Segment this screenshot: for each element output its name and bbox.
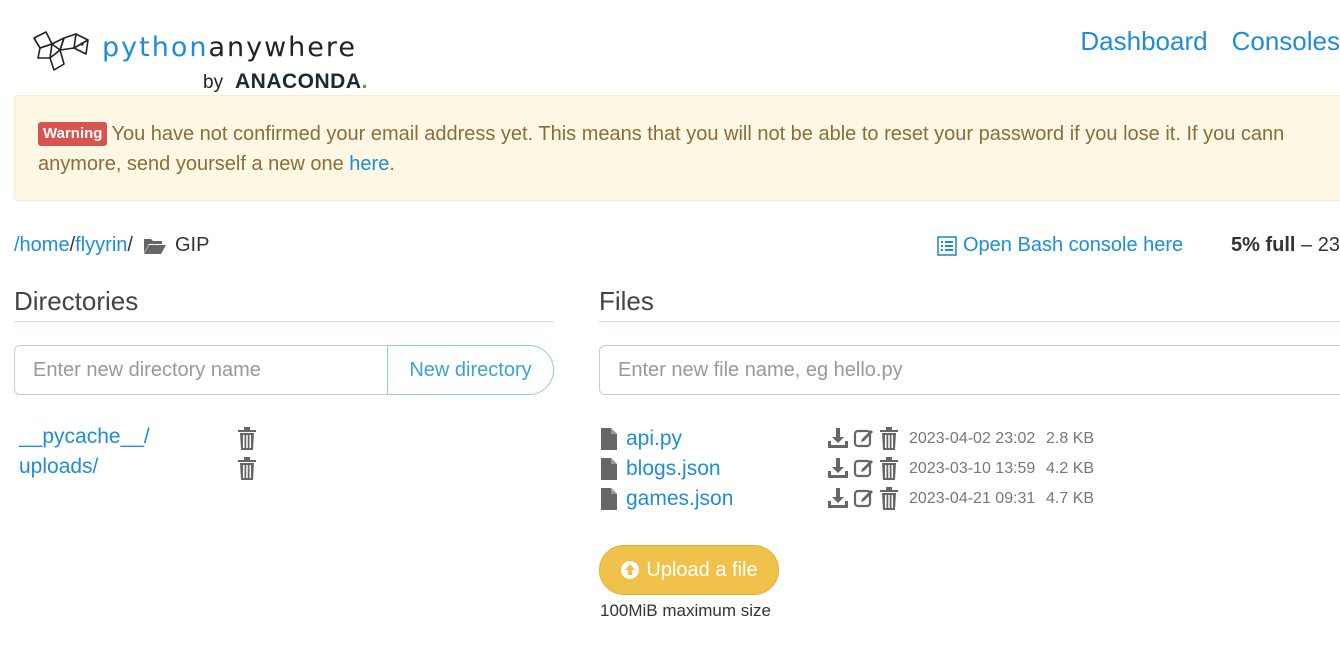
download-icon[interactable] — [827, 427, 849, 451]
list-item: __pycache__/ — [19, 425, 264, 455]
file-icon — [600, 428, 618, 450]
trash-icon[interactable] — [879, 427, 899, 451]
directory-link[interactable]: __pycache__/ — [19, 425, 150, 448]
file-link[interactable]: api.py — [626, 427, 682, 451]
warning-badge: Warning — [38, 122, 108, 146]
upload-size-note: 100MiB maximum size — [600, 601, 771, 620]
list-item: games.json 2023-04-21 09:31 4.7 KB — [600, 485, 1120, 515]
trash-icon[interactable] — [237, 457, 257, 481]
usage-rest: – 23 — [1295, 234, 1340, 256]
trash-icon[interactable] — [879, 487, 899, 511]
file-date: 2023-04-21 09:31 — [909, 490, 1036, 507]
new-directory-input[interactable] — [14, 345, 387, 395]
warning-text-end: . — [389, 153, 395, 175]
nav-consoles-link[interactable]: Consoles — [1232, 26, 1340, 57]
directories-heading: Directories — [14, 286, 554, 322]
list-item: uploads/ — [19, 455, 264, 485]
pythonanywhere-logo[interactable]: pythonanywhere by ANACONDA. — [30, 28, 370, 98]
file-size: 2.8 KB — [1046, 430, 1095, 447]
file-list: api.py 2023-04-02 23:02 2.8 KB blogs.jso… — [600, 425, 1120, 515]
usage-percent: 5% full — [1231, 234, 1296, 256]
breadcrumb-user[interactable]: flyyrin — [75, 234, 127, 257]
edit-icon[interactable] — [853, 427, 875, 451]
directory-list: __pycache__/ uploads/ — [19, 425, 264, 485]
file-icon — [600, 488, 618, 510]
list-icon — [937, 235, 957, 256]
breadcrumb: /home / flyyrin / GIP — [14, 234, 209, 257]
new-directory-button[interactable]: New directory — [387, 345, 554, 395]
open-bash-label: Open Bash console here — [963, 234, 1184, 256]
disk-usage: 5% full – 23 — [1231, 234, 1340, 257]
edit-icon[interactable] — [853, 487, 875, 511]
resend-confirmation-link[interactable]: here — [349, 153, 389, 175]
files-heading: Files — [599, 286, 1340, 322]
folder-open-icon — [143, 237, 167, 255]
warning-text-line1: You have not confirmed your email addres… — [111, 123, 1285, 145]
file-date: 2023-04-02 23:02 — [909, 430, 1036, 447]
list-item: blogs.json 2023-03-10 13:59 4.2 KB — [600, 455, 1120, 485]
anaconda-wordmark: ANACONDA. — [235, 70, 368, 93]
file-link[interactable]: games.json — [626, 487, 733, 511]
download-icon[interactable] — [827, 487, 849, 511]
edit-icon[interactable] — [853, 457, 875, 481]
file-icon — [600, 458, 618, 480]
new-file-input[interactable] — [599, 345, 1340, 395]
upload-file-label: Upload a file — [646, 558, 758, 581]
trash-icon[interactable] — [237, 427, 257, 451]
trash-icon[interactable] — [879, 457, 899, 481]
new-directory-form: New directory — [14, 345, 554, 395]
file-size: 4.7 KB — [1046, 490, 1095, 507]
top-nav: Dashboard Consoles — [1080, 26, 1340, 57]
file-size: 4.2 KB — [1046, 460, 1095, 477]
breadcrumb-sep: / — [127, 234, 133, 256]
download-icon[interactable] — [827, 457, 849, 481]
list-item: api.py 2023-04-02 23:02 2.8 KB — [600, 425, 1120, 455]
directory-link[interactable]: uploads/ — [19, 455, 98, 478]
upload-circle-icon — [620, 560, 640, 580]
open-bash-console-link[interactable]: Open Bash console here — [937, 234, 1183, 257]
file-date: 2023-03-10 13:59 — [909, 460, 1036, 477]
brand-by: by — [203, 72, 224, 93]
upload-file-button[interactable]: Upload a file — [599, 545, 779, 595]
warning-text-line2: anymore, send yourself a new one — [38, 153, 350, 175]
nav-dashboard-link[interactable]: Dashboard — [1080, 26, 1207, 57]
email-warning-alert: Warning You have not confirmed your email… — [14, 95, 1340, 201]
snake-logo-icon — [33, 31, 89, 71]
file-link[interactable]: blogs.json — [626, 457, 721, 481]
brand-name: pythonanywhere — [102, 32, 358, 63]
breadcrumb-home[interactable]: /home — [14, 234, 70, 257]
breadcrumb-current: GIP — [174, 234, 210, 256]
